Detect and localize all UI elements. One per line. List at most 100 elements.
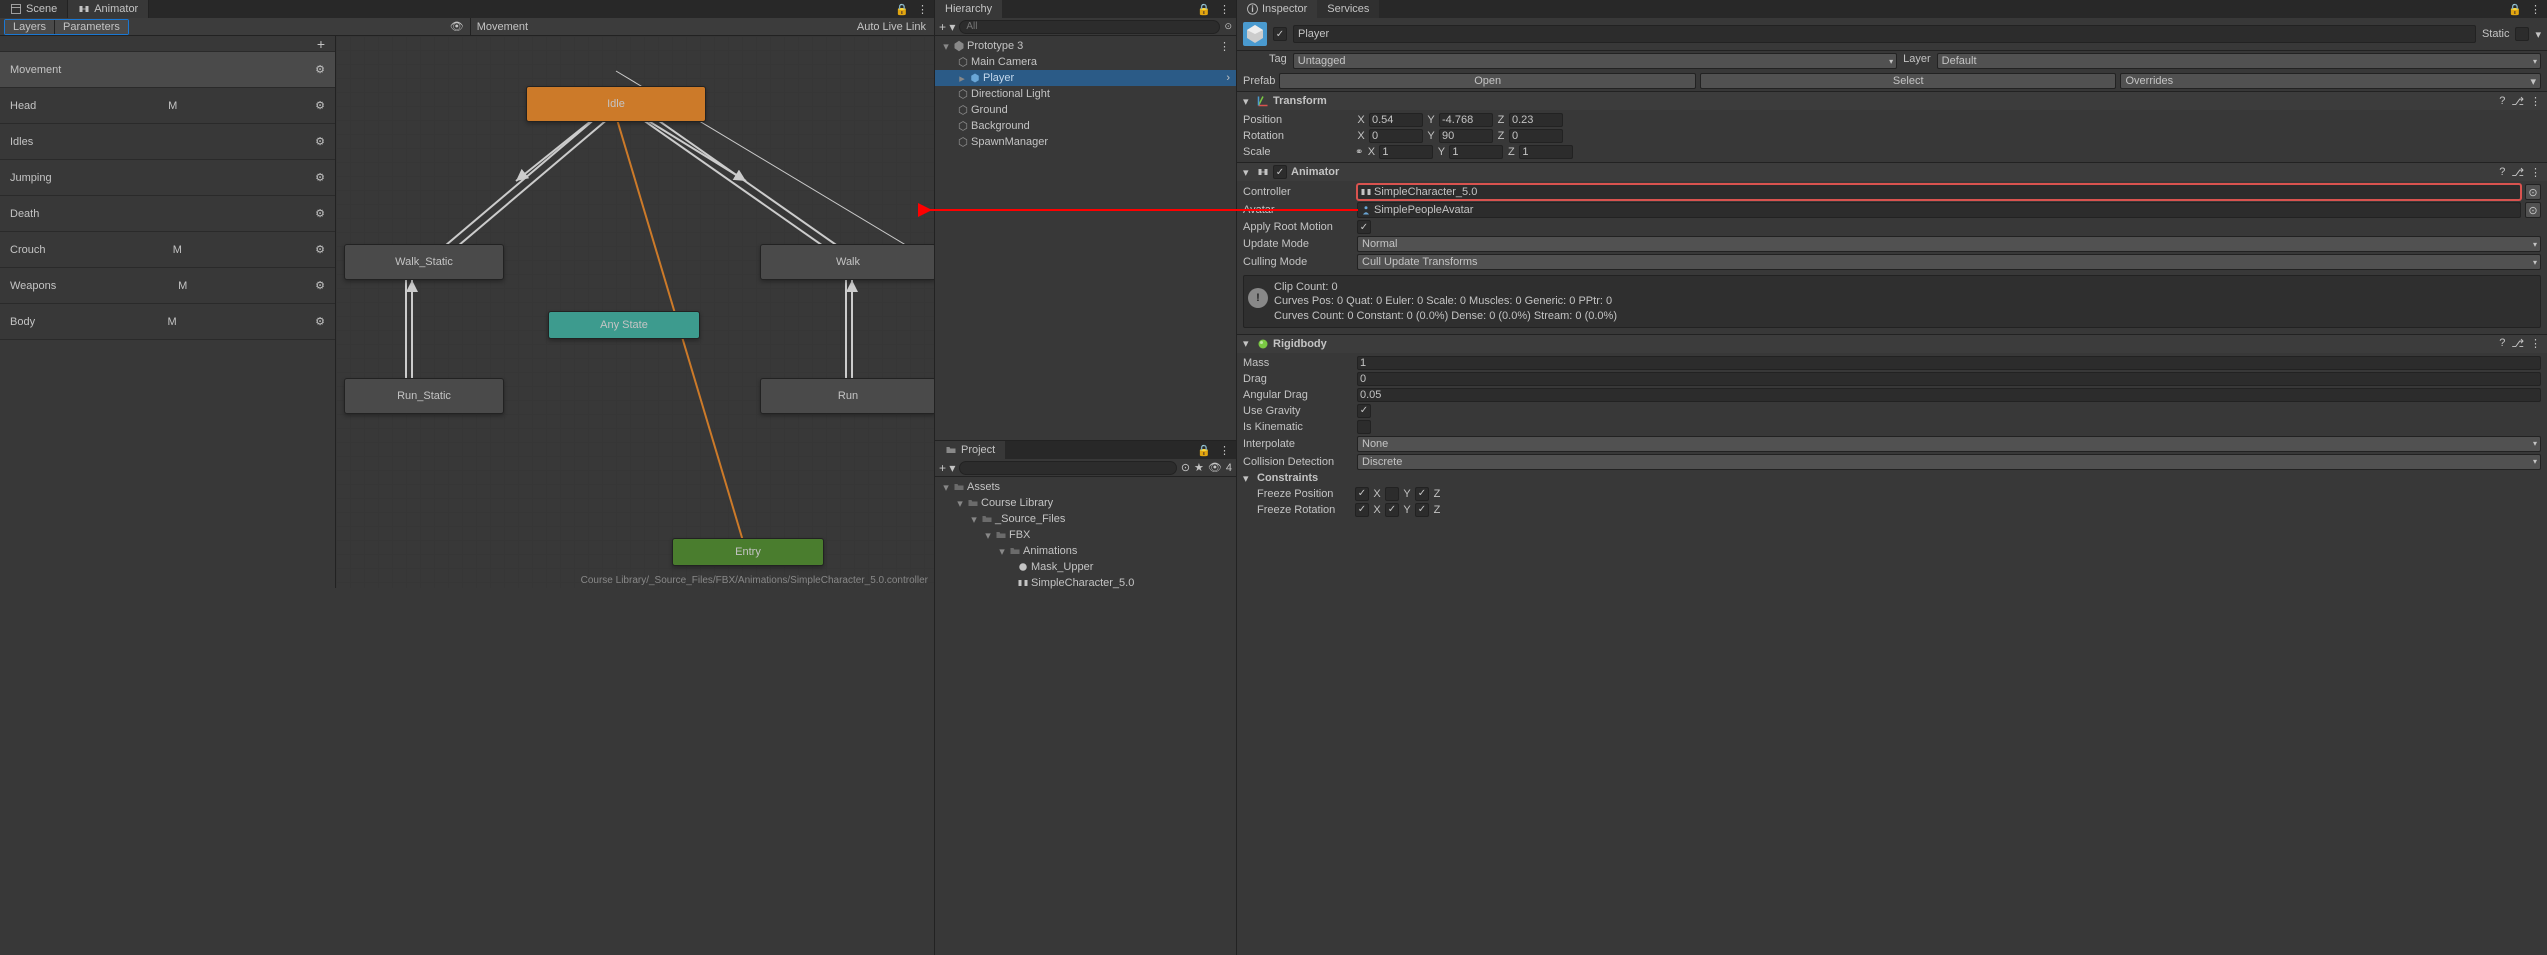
angular-drag-input[interactable]	[1357, 388, 2541, 402]
layer-dropdown[interactable]: Default	[1937, 53, 2541, 69]
tab-menu-icon[interactable]: ⋮	[2530, 3, 2541, 16]
gameobject-icon[interactable]	[1243, 22, 1267, 46]
tree-item[interactable]: Main Camera	[935, 54, 1236, 70]
static-checkbox[interactable]	[2515, 27, 2529, 41]
gear-icon[interactable]: ⚙	[315, 207, 325, 220]
freeze-rot-z-checkbox[interactable]	[1415, 503, 1429, 517]
lock-icon[interactable]: 🔒	[1197, 444, 1211, 457]
component-header[interactable]: ▾ Rigidbody ?⎇⋮	[1237, 335, 2547, 353]
tree-item[interactable]: SpawnManager	[935, 134, 1236, 150]
state-node[interactable]: Walk_Static	[344, 244, 504, 280]
collision-detection-dropdown[interactable]: Discrete	[1357, 454, 2541, 470]
layers-tab[interactable]: Layers	[5, 20, 55, 34]
layer-item[interactable]: CrouchM⚙	[0, 232, 335, 268]
freeze-pos-z-checkbox[interactable]	[1415, 487, 1429, 501]
animator-graph[interactable]: Idle Walk_Static Walk Any State Run_Stat…	[336, 36, 934, 588]
tree-item[interactable]: ▾Prototype 3⋮	[935, 38, 1236, 54]
component-header[interactable]: ▾ Animator ?⎇⋮	[1237, 163, 2547, 181]
tab-inspector[interactable]: ⓘInspector	[1237, 0, 1317, 18]
gear-icon[interactable]: ⚙	[315, 99, 325, 112]
layers-parameters-toggle[interactable]: Layers Parameters	[4, 19, 129, 35]
preset-icon[interactable]: ⎇	[2511, 95, 2524, 108]
avatar-object-field[interactable]: SimplePeopleAvatar	[1357, 202, 2521, 218]
tree-item[interactable]: ▾_Source_Files	[935, 511, 1236, 527]
freeze-rot-x-checkbox[interactable]	[1355, 503, 1369, 517]
state-node-entry[interactable]: Entry	[672, 538, 824, 566]
gameobject-name-input[interactable]	[1293, 25, 2476, 43]
breadcrumb[interactable]: Movement	[477, 21, 528, 33]
tab-scene[interactable]: Scene	[0, 0, 68, 18]
freeze-pos-y-checkbox[interactable]	[1385, 487, 1399, 501]
position-y-input[interactable]	[1439, 113, 1493, 127]
tree-item[interactable]: Ground	[935, 102, 1236, 118]
position-z-input[interactable]	[1509, 113, 1563, 127]
tab-menu-icon[interactable]: ⋮	[917, 3, 928, 16]
component-menu-icon[interactable]: ⋮	[2530, 337, 2541, 350]
prefab-overrides-button[interactable]: Overrides▾	[2120, 73, 2541, 89]
static-dropdown-icon[interactable]: ▾	[2535, 28, 2541, 41]
create-button[interactable]: + ▾	[939, 20, 955, 34]
object-picker-button[interactable]: ⊙	[2525, 184, 2541, 200]
auto-live-link-toggle[interactable]: Auto Live Link	[849, 21, 934, 33]
layer-item[interactable]: Death⚙	[0, 196, 335, 232]
tree-item[interactable]: Mask_Upper	[935, 559, 1236, 575]
gear-icon[interactable]: ⚙	[315, 63, 325, 76]
help-icon[interactable]: ?	[2499, 95, 2505, 108]
tree-item-player[interactable]: ▸Player›	[935, 70, 1236, 86]
rotation-x-input[interactable]	[1369, 129, 1423, 143]
root-motion-checkbox[interactable]	[1357, 220, 1371, 234]
layer-item[interactable]: Idles⚙	[0, 124, 335, 160]
filter-icon[interactable]: ⊙	[1181, 461, 1190, 474]
favorite-icon[interactable]: ★	[1194, 461, 1204, 474]
mass-input[interactable]	[1357, 356, 2541, 370]
component-menu-icon[interactable]: ⋮	[2530, 166, 2541, 179]
update-mode-dropdown[interactable]: Normal	[1357, 236, 2541, 252]
tab-animator[interactable]: Animator	[68, 0, 149, 18]
tag-dropdown[interactable]: Untagged	[1293, 53, 1897, 69]
prefab-open-button[interactable]: Open	[1279, 73, 1696, 89]
scale-y-input[interactable]	[1449, 145, 1503, 159]
interpolate-dropdown[interactable]: None	[1357, 436, 2541, 452]
use-gravity-checkbox[interactable]	[1357, 404, 1371, 418]
drag-input[interactable]	[1357, 372, 2541, 386]
lock-icon[interactable]: 🔒	[2508, 3, 2522, 16]
tree-item[interactable]: SimpleCharacter_5.0	[935, 575, 1236, 591]
freeze-pos-x-checkbox[interactable]	[1355, 487, 1369, 501]
layer-item[interactable]: WeaponsM⚙	[0, 268, 335, 304]
tab-services[interactable]: Services	[1317, 0, 1379, 18]
rotation-y-input[interactable]	[1439, 129, 1493, 143]
state-node[interactable]: Walk	[760, 244, 934, 280]
scene-menu-icon[interactable]: ⋮	[1219, 40, 1236, 53]
preset-icon[interactable]: ⎇	[2511, 166, 2524, 179]
tab-hierarchy[interactable]: Hierarchy	[935, 0, 1002, 18]
tree-item[interactable]: ▾Course Library	[935, 495, 1236, 511]
parameters-tab[interactable]: Parameters	[55, 20, 128, 34]
layer-item[interactable]: Movement⚙	[0, 52, 335, 88]
search-clear-icon[interactable]: ⊙	[1224, 21, 1232, 32]
gear-icon[interactable]: ⚙	[315, 135, 325, 148]
freeze-rot-y-checkbox[interactable]	[1385, 503, 1399, 517]
gear-icon[interactable]: ⚙	[315, 243, 325, 256]
gameobject-enabled-checkbox[interactable]	[1273, 27, 1287, 41]
preset-icon[interactable]: ⎇	[2511, 337, 2524, 350]
layer-item[interactable]: HeadM⚙	[0, 88, 335, 124]
gear-icon[interactable]: ⚙	[315, 315, 325, 328]
culling-mode-dropdown[interactable]: Cull Update Transforms	[1357, 254, 2541, 270]
component-menu-icon[interactable]: ⋮	[2530, 95, 2541, 108]
layer-item[interactable]: BodyM⚙	[0, 304, 335, 340]
help-icon[interactable]: ?	[2499, 166, 2505, 179]
hidden-icon[interactable]: 👁	[1208, 461, 1222, 474]
open-prefab-icon[interactable]: ›	[1226, 72, 1236, 84]
rotation-z-input[interactable]	[1509, 129, 1563, 143]
position-x-input[interactable]	[1369, 113, 1423, 127]
project-search-input[interactable]	[959, 461, 1176, 475]
component-header[interactable]: ▾ Transform ?⎇⋮	[1237, 92, 2547, 110]
hierarchy-search-input[interactable]	[959, 20, 1220, 34]
scale-z-input[interactable]	[1519, 145, 1573, 159]
lock-icon[interactable]: 🔒	[895, 3, 909, 16]
is-kinematic-checkbox[interactable]	[1357, 420, 1371, 434]
controller-object-field[interactable]: SimpleCharacter_5.0	[1357, 184, 2521, 200]
state-node-any[interactable]: Any State	[548, 311, 700, 339]
state-node-idle[interactable]: Idle	[526, 86, 706, 122]
state-node[interactable]: Run_Static	[344, 378, 504, 414]
